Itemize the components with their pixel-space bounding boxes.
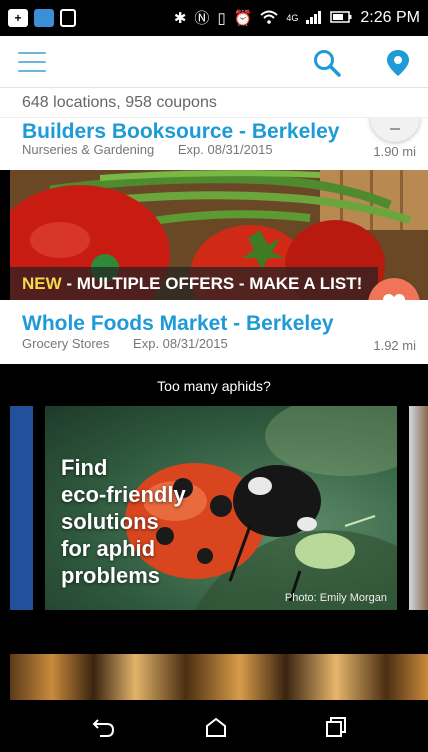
promo-line: Find: [61, 455, 108, 480]
system-nav-bar: [0, 700, 428, 752]
wifi-icon: [260, 10, 279, 27]
business-distance: 1.90 mi: [373, 144, 416, 159]
status-time: 2:26 PM: [360, 9, 420, 26]
coupon-expiration: Exp. 08/31/2015: [133, 336, 228, 351]
list-item[interactable]: Builders Booksource - Berkeley Nurseries…: [0, 118, 428, 170]
app-notification-icon: [34, 9, 54, 27]
app-header: [0, 36, 428, 88]
coupons-label: coupons: [156, 94, 217, 111]
coupon-expiration: Exp. 08/31/2015: [177, 142, 273, 157]
add-icon: +: [8, 9, 28, 27]
business-name[interactable]: Builders Booksource - Berkeley: [22, 120, 339, 144]
next-promo-image[interactable]: [10, 654, 428, 700]
banner-text: - MULTIPLE OFFERS - MAKE A LIST!: [61, 274, 363, 293]
locations-count: 648: [22, 94, 49, 111]
business-name[interactable]: Whole Foods Market - Berkeley: [22, 312, 334, 336]
promo-card[interactable]: Find eco-friendly solutions for aphid pr…: [45, 406, 397, 610]
photo-credit: Photo: Emily Morgan: [284, 592, 387, 604]
multiple-offers-banner: NEW - MULTIPLE OFFERS - MAKE A LIST!: [10, 267, 378, 300]
locations-label: locations,: [53, 94, 121, 111]
battery-icon: [330, 10, 352, 26]
signal-icon: [306, 10, 322, 27]
promo-line: eco-friendly: [61, 482, 186, 507]
home-icon[interactable]: [204, 716, 228, 738]
business-meta: Nurseries & Gardening Exp. 08/31/2015: [22, 142, 273, 157]
status-bar: + ✱ Ⓝ ▯ ⏰ 4G 2:26 PM: [0, 0, 428, 36]
list-item[interactable]: Whole Foods Market - Berkeley Grocery St…: [0, 300, 428, 364]
nfc-icon: Ⓝ: [194, 9, 210, 27]
coupons-count: 958: [125, 94, 152, 111]
business-category: Nurseries & Gardening: [22, 142, 155, 157]
carousel-previous-card[interactable]: [10, 406, 33, 610]
promo-line: solutions: [61, 509, 159, 534]
business-distance: 1.92 mi: [373, 338, 416, 353]
vibrate-icon: ▯: [217, 9, 226, 27]
search-icon[interactable]: [312, 48, 342, 78]
promo-line: for aphid: [61, 536, 156, 561]
document-icon: [60, 9, 76, 27]
promo-line: problems: [61, 563, 161, 588]
promo-heading: Too many aphids?: [157, 378, 271, 394]
promo-section: Too many aphids? Find eco-friendly solut…: [0, 364, 428, 700]
favorite-button-partial[interactable]: [370, 118, 420, 142]
back-icon[interactable]: [92, 716, 116, 738]
carousel-next-card[interactable]: [409, 406, 428, 610]
business-category: Grocery Stores: [22, 336, 110, 351]
location-pin-icon[interactable]: [384, 48, 412, 78]
results-summary: 648 locations, 958 coupons: [0, 88, 428, 118]
business-meta: Grocery Stores Exp. 08/31/2015: [22, 336, 228, 351]
banner-new-label: NEW: [22, 274, 62, 293]
network-type: 4G: [286, 12, 299, 23]
menu-icon[interactable]: [18, 52, 46, 72]
bluetooth-icon: ✱: [173, 9, 187, 27]
alarm-icon: ⏰: [233, 9, 253, 27]
promo-headline: Find eco-friendly solutions for aphid pr…: [61, 454, 186, 589]
recent-apps-icon[interactable]: [324, 716, 348, 738]
